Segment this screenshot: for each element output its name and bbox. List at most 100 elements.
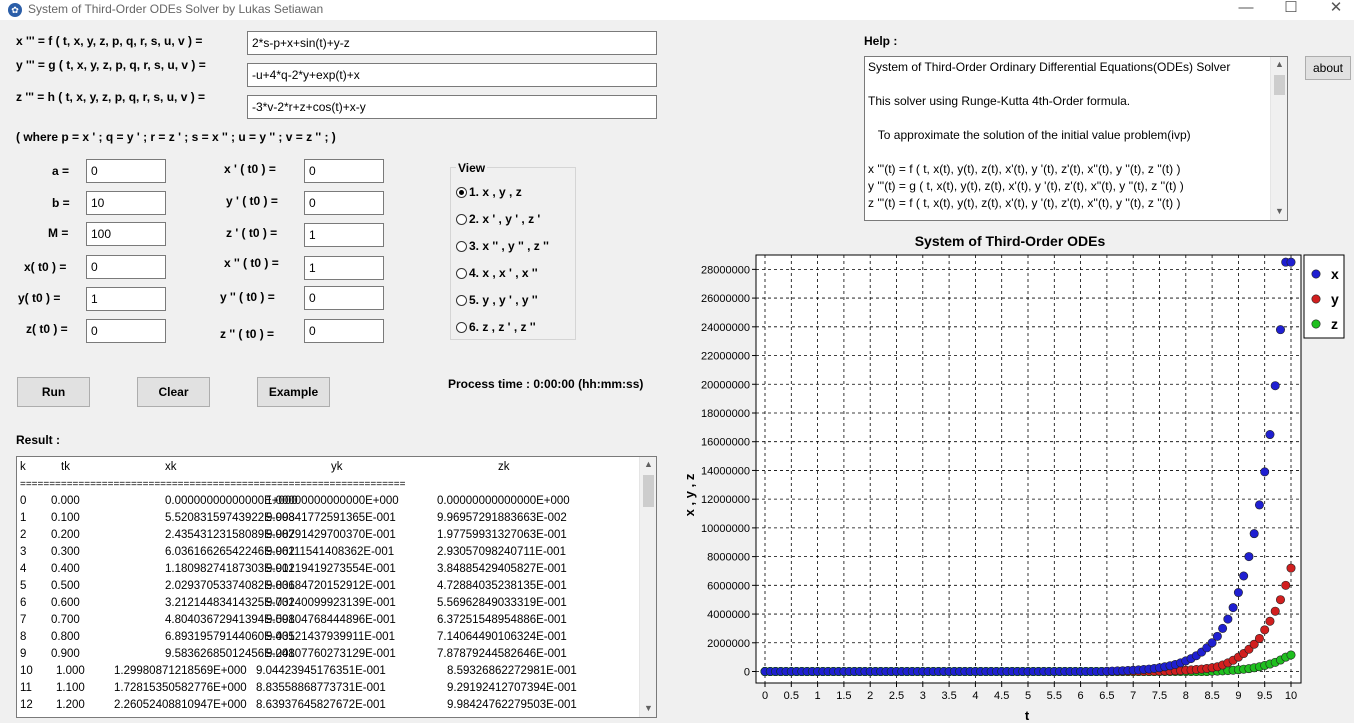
- result-row: 5 0.500 2.02937053374082E-001 9.83684720152…: [20, 578, 635, 595]
- help-textbox[interactable]: System of Third-Order Ordinary Different…: [864, 56, 1288, 221]
- z-equation-label: z ''' = h ( t, x, y, z, p, q, r, s, u, v…: [16, 90, 206, 104]
- view-option-3[interactable]: 3. x '' , y '' , z '': [456, 239, 574, 257]
- y2-t0-input[interactable]: [304, 286, 384, 310]
- help-line: y '''(t) = g ( t, x(t), y(t), z(t), x'(t…: [868, 179, 1184, 193]
- result-cell: 2.26052408810947E+000: [114, 699, 247, 711]
- radio-icon[interactable]: [456, 187, 467, 198]
- result-content: k tk xk yk zk ===============================…: [20, 459, 635, 714]
- y1-t0-input[interactable]: [304, 191, 384, 215]
- clear-button[interactable]: Clear: [137, 377, 210, 407]
- title-bar: ✿ System of Third-Order ODEs Solver by L…: [0, 0, 1354, 20]
- scroll-thumb[interactable]: [643, 475, 654, 507]
- radio-icon[interactable]: [456, 268, 467, 279]
- maximize-icon[interactable]: ☐: [1268, 0, 1314, 20]
- x-tick-label: 3.5: [941, 690, 956, 702]
- point-x: [1239, 571, 1249, 581]
- point-y: [1270, 606, 1280, 616]
- param-a-input[interactable]: [86, 159, 166, 183]
- result-cell: 0.300: [51, 546, 80, 558]
- z2-t0-input[interactable]: [304, 319, 384, 343]
- result-cell: 7.87879244582646E-001: [437, 648, 567, 660]
- y-tick-label: 22000000: [701, 351, 750, 363]
- where-note: ( where p = x ' ; q = y ' ; r = z ' ; s …: [16, 130, 336, 144]
- legend-marker-z: [1311, 319, 1321, 329]
- x-equation-input[interactable]: [247, 31, 657, 55]
- point-x: [1270, 381, 1280, 391]
- point-x: [1228, 603, 1238, 613]
- run-button[interactable]: Run: [17, 377, 90, 407]
- result-cell: 6: [20, 597, 27, 609]
- result-cell: 2.93057098240711E-001: [437, 546, 566, 558]
- result-cell: 10: [20, 665, 33, 677]
- x-tick-label: 3: [920, 690, 926, 702]
- z1-t0-input[interactable]: [304, 223, 384, 247]
- radio-icon[interactable]: [456, 295, 467, 306]
- y2-t0-label: y '' ( t0 ) =: [220, 290, 275, 304]
- result-cell: 1.00000000000000E+000: [266, 495, 399, 507]
- radio-icon[interactable]: [456, 214, 467, 225]
- result-cell: 0.700: [51, 614, 80, 626]
- point-y: [1254, 633, 1264, 643]
- about-button[interactable]: about: [1305, 56, 1351, 80]
- x1-t0-input[interactable]: [304, 159, 384, 183]
- result-cell: 9.98424762279503E-001: [447, 699, 577, 711]
- x-tick-label: 6.5: [1099, 690, 1114, 702]
- result-cell: 5: [20, 580, 27, 592]
- z-t0-input[interactable]: [86, 319, 166, 343]
- x2-t0-input[interactable]: [304, 256, 384, 280]
- view-option-6[interactable]: 6. z , z ' , z '': [456, 320, 574, 338]
- close-icon[interactable]: ✕: [1313, 0, 1354, 20]
- x-tick-label: 7.5: [1152, 690, 1167, 702]
- y-equation-label: y ''' = g ( t, x, y, z, p, q, r, s, u, v…: [16, 58, 206, 72]
- point-x: [1223, 614, 1233, 624]
- result-cell: 6.37251548954886E-001: [437, 614, 567, 626]
- result-cell: 1: [20, 512, 27, 524]
- result-row: 4 0.400 1.18098274187303E-001 9.91219419273…: [20, 561, 635, 578]
- result-cell: 9.29192412707394E-001: [447, 682, 577, 694]
- y-tick-label: 16000000: [701, 437, 750, 449]
- point-x: [1265, 430, 1275, 440]
- view-title: View: [456, 161, 488, 175]
- point-x: [1218, 623, 1228, 633]
- z-equation-input[interactable]: [247, 95, 657, 119]
- result-title: Result :: [16, 433, 61, 447]
- help-scroll-down-icon[interactable]: ▼: [1275, 206, 1284, 216]
- param-b-input[interactable]: [86, 191, 166, 215]
- help-scrollbar[interactable]: ▲ ▼: [1270, 57, 1287, 220]
- view-option-2[interactable]: 2. x ' , y ' , z ': [456, 212, 574, 230]
- scroll-down-icon[interactable]: ▼: [644, 703, 653, 713]
- y-tick-label: 8000000: [707, 552, 750, 564]
- result-cell: 3.84885429405827E-001: [437, 563, 567, 575]
- param-m-input[interactable]: [86, 222, 166, 246]
- x-t0-input[interactable]: [86, 255, 166, 279]
- result-scrollbar[interactable]: ▲ ▼: [639, 457, 656, 717]
- view-option-4[interactable]: 4. x , x ' , x '': [456, 266, 574, 284]
- view-option-label: 5. y , y ' , y '': [469, 293, 538, 307]
- scroll-up-icon[interactable]: ▲: [644, 459, 653, 469]
- point-y: [1265, 616, 1275, 626]
- x-t0-label: x( t0 ) =: [24, 260, 67, 274]
- result-textbox[interactable]: k tk xk yk zk ===============================…: [16, 456, 657, 718]
- view-option-5[interactable]: 5. y , y ' , y '': [456, 293, 574, 311]
- help-scroll-up-icon[interactable]: ▲: [1275, 59, 1284, 69]
- y-equation-input[interactable]: [247, 63, 657, 87]
- example-button[interactable]: Example: [257, 377, 330, 407]
- y1-t0-label: y ' ( t0 ) =: [226, 194, 278, 208]
- result-cell: 9.04423945176351E-001: [256, 665, 386, 677]
- plot-area: [755, 254, 1302, 684]
- y-t0-input[interactable]: [86, 287, 166, 311]
- point-y: [1275, 595, 1285, 605]
- radio-icon[interactable]: [456, 241, 467, 252]
- minimize-icon[interactable]: —: [1223, 0, 1269, 20]
- help-line: [868, 144, 1268, 161]
- help-scroll-thumb[interactable]: [1274, 75, 1285, 95]
- view-option-1[interactable]: 1. x , y , z: [456, 185, 574, 203]
- chart-y-axis-label: x , y , z: [682, 473, 697, 516]
- result-header-cell: tk: [61, 461, 70, 473]
- radio-icon[interactable]: [456, 322, 467, 333]
- result-cell: 0.000: [51, 495, 80, 507]
- x-tick-label: 6: [1078, 690, 1084, 702]
- point-z: [1286, 650, 1296, 660]
- x-tick-label: 1: [815, 690, 821, 702]
- y-tick-label: 28000000: [701, 264, 750, 276]
